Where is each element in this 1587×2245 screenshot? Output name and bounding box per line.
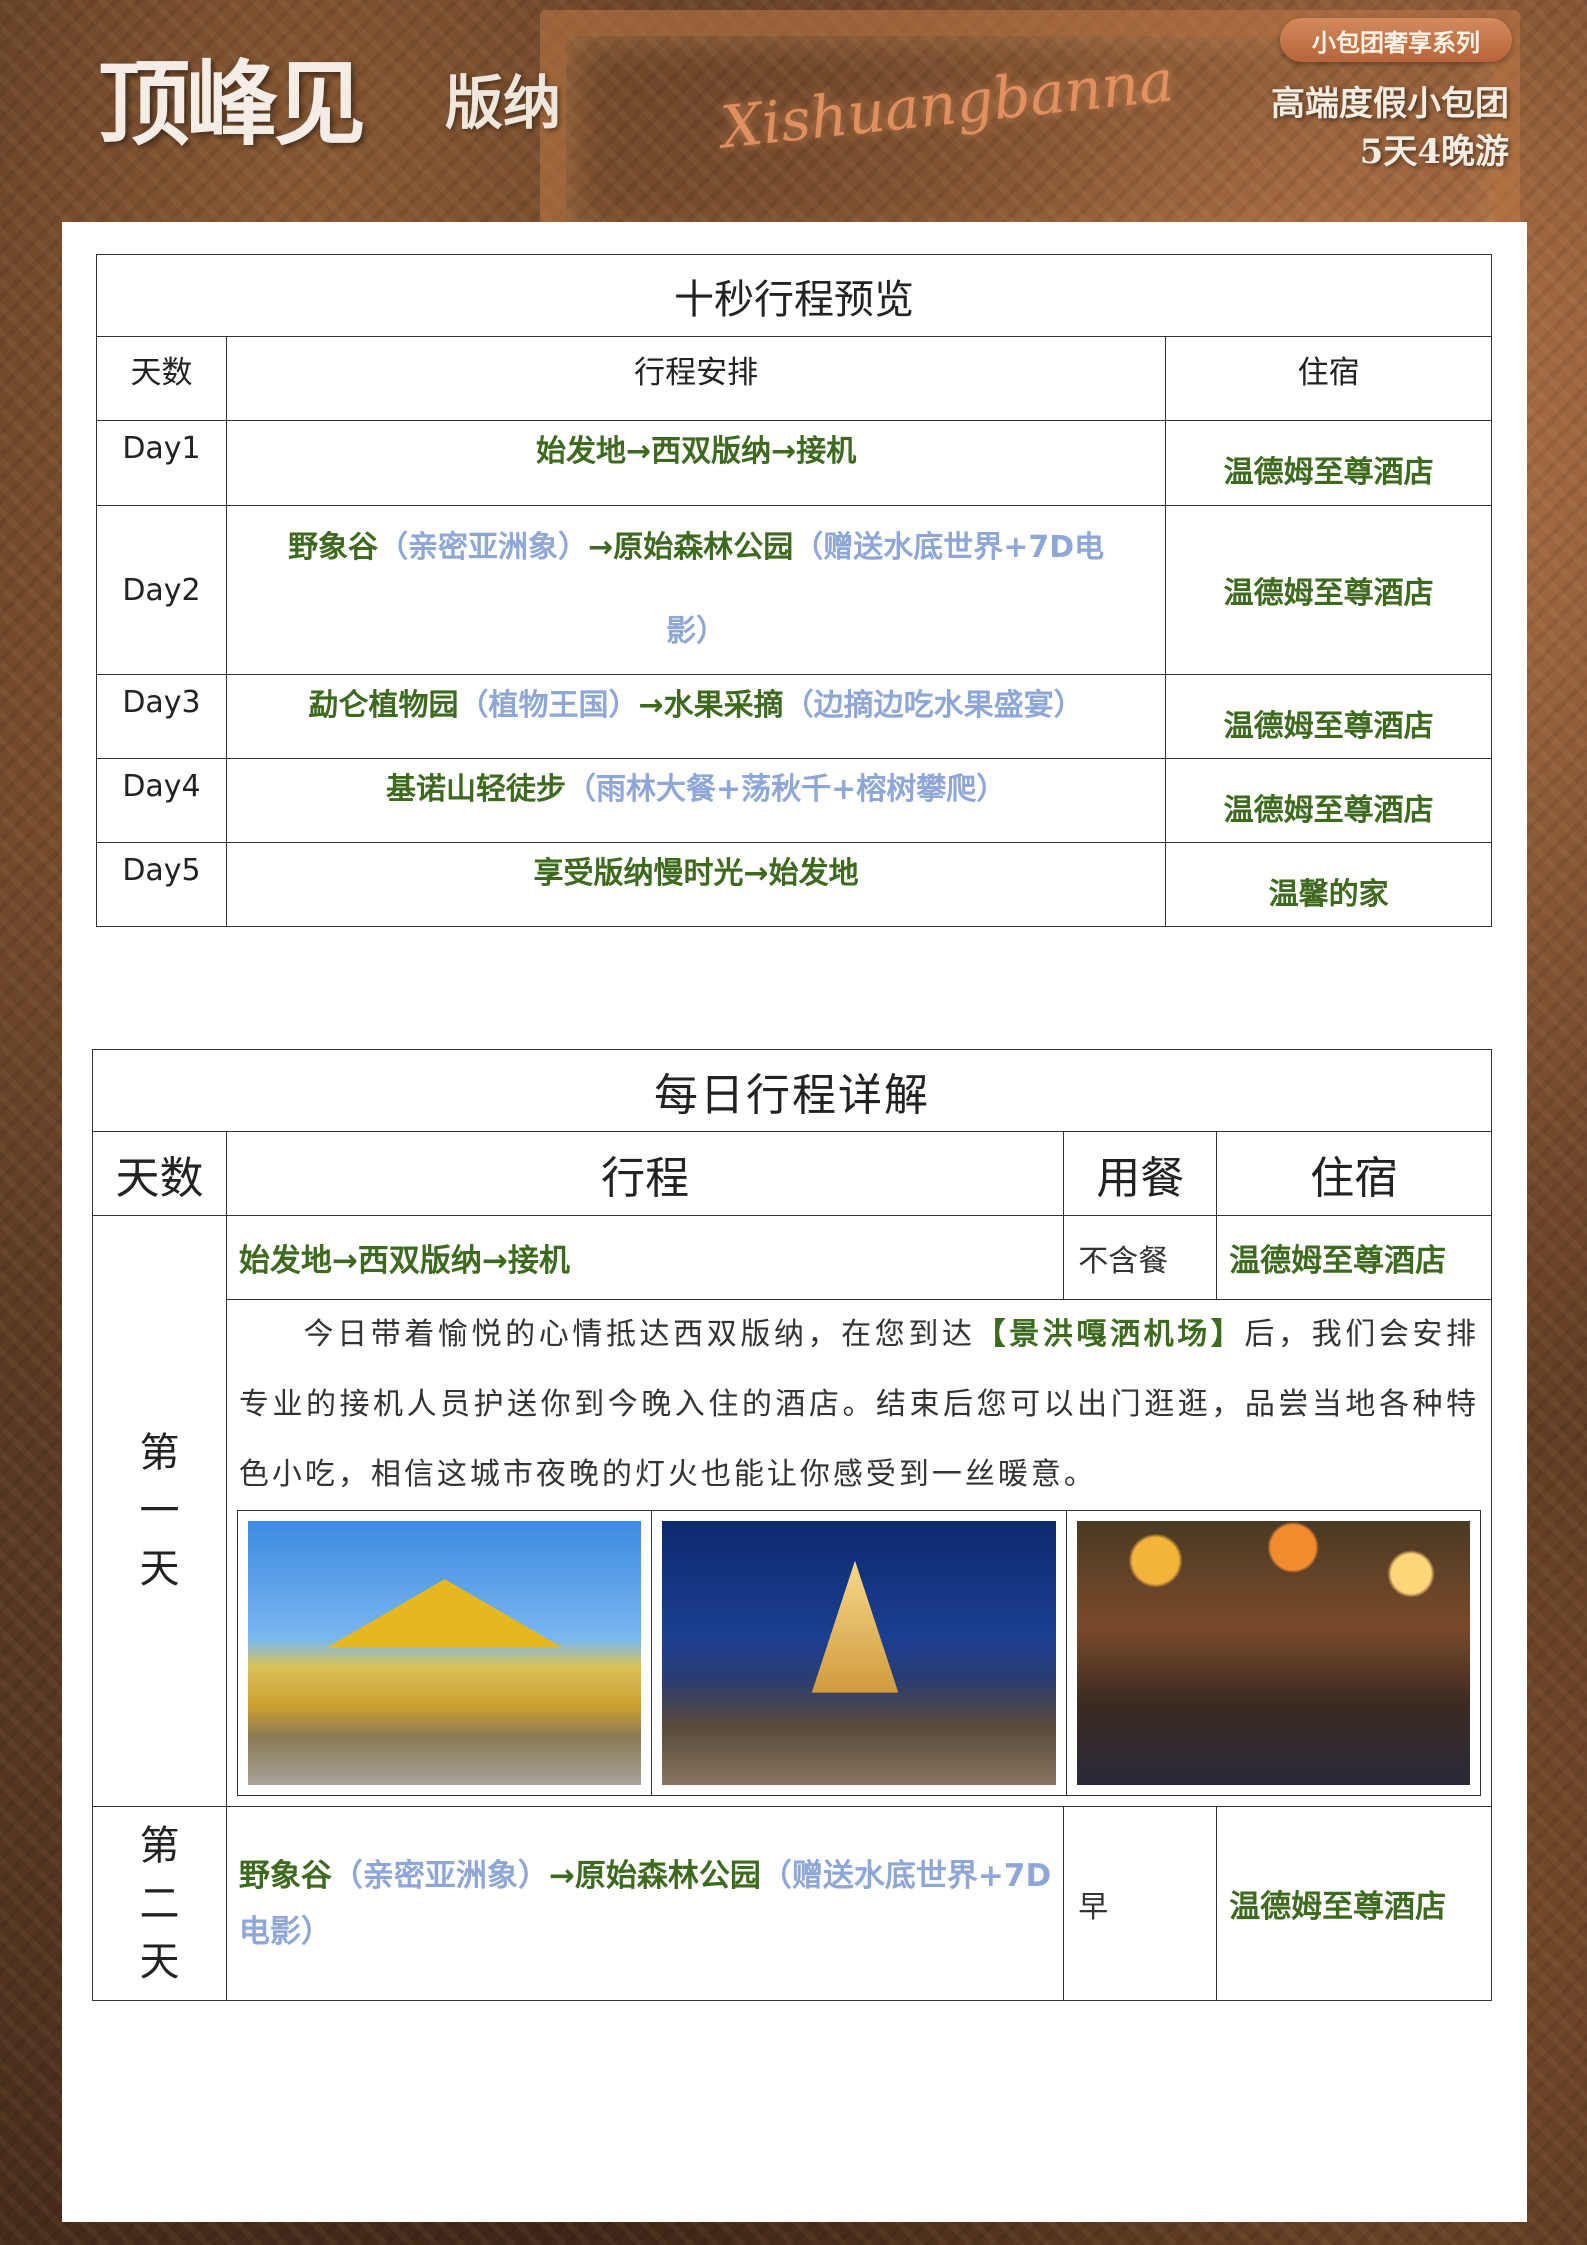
day-label: Day4 (96, 758, 227, 843)
overview-table: 十秒行程预览 天数 行程安排 住宿 Day1 始发地→西双版纳→接机 温德姆至尊… (96, 254, 1492, 927)
header-plan: 行程安排 (225, 336, 1167, 421)
day1-route: 始发地→西双版纳→接机 (225, 1215, 1065, 1300)
hotel-cell: 温德姆至尊酒店 (1165, 674, 1492, 759)
day1-hotel: 温德姆至尊酒店 (1216, 1215, 1492, 1300)
day1-label-text: 第一天 (139, 1430, 180, 1592)
plan-cell: 野象谷（亲密亚洲象）→原始森林公园（赠送水底世界+7D电影） (225, 505, 1167, 675)
day-label: Day3 (96, 674, 227, 759)
plan-main: →原始森林公园 (588, 530, 794, 565)
day2-label-text: 第二天 (139, 1822, 180, 1985)
day-label: Day5 (96, 842, 227, 927)
plan-main: 始发地→西双版纳→接机 (535, 434, 857, 469)
detail-title: 每日行程详解 (92, 1049, 1492, 1132)
desc-before: 今日带着愉悦的心情抵达西双版纳，在您到达 (302, 1317, 976, 1352)
temple-spire (811, 1560, 899, 1693)
plan-extra: （雨林大餐+荡秋千+榕树攀爬） (565, 772, 1007, 807)
plan-cell: 享受版纳慢时光→始发地 (225, 842, 1167, 927)
day2-label: 第二天 (92, 1806, 227, 2001)
plan-main: 勐仑植物园 (308, 688, 459, 723)
day1-photo-strip (236, 1510, 1481, 1796)
plan-extra: （植物王国） (458, 688, 639, 723)
plan-extra: （边摘边吃水果盛宴） (783, 688, 1084, 723)
header-meal: 用餐 (1063, 1131, 1218, 1216)
route-main: 野象谷 (238, 1857, 332, 1894)
route-main: →原始森林公园 (548, 1857, 761, 1894)
series-badge: 小包团奢享系列 (1280, 18, 1512, 62)
desc-highlight: 【景洪嘎洒机场】 (975, 1317, 1245, 1352)
night-market-photo (1076, 1521, 1470, 1785)
day1-meal: 不含餐 (1063, 1215, 1218, 1300)
tagline-line2: 5天4晚游 (1359, 132, 1509, 172)
day2-route: 野象谷（亲密亚洲象）→原始森林公园（赠送水底世界+7D电影） (225, 1806, 1065, 2001)
hotel-cell: 温馨的家 (1165, 842, 1492, 927)
plan-cell: 始发地→西双版纳→接机 (225, 420, 1167, 506)
header-route: 行程 (225, 1131, 1065, 1216)
banner-title: 顶峰见 (98, 50, 366, 158)
plan-extra: （亲密亚洲象） (378, 530, 589, 565)
tagline-line1: 高端度假小包团 (1271, 84, 1509, 124)
day-label: Day1 (96, 420, 227, 506)
hotel-cell: 温德姆至尊酒店 (1165, 505, 1492, 675)
header-day: 天数 (96, 336, 227, 421)
plan-main: →水果采摘 (638, 688, 784, 723)
banner-tagline: 高端度假小包团 5天4晚游 (1271, 80, 1509, 176)
day1-detail-cell: 今日带着愉悦的心情抵达西双版纳，在您到达【景洪嘎洒机场】后，我们会安排专业的接机… (225, 1299, 1493, 1807)
hotel-cell: 温德姆至尊酒店 (1165, 420, 1492, 506)
temple-night-market-photo (662, 1521, 1056, 1785)
plan-main: 基诺山轻徒步 (385, 772, 566, 807)
day2-hotel: 温德姆至尊酒店 (1216, 1806, 1492, 2001)
day2-meal: 早 (1063, 1806, 1218, 2001)
banner-subtitle: 版纳 (445, 69, 562, 137)
photo-cell (652, 1511, 1067, 1795)
header-hotel: 住宿 (1216, 1131, 1492, 1216)
day-label: Day2 (96, 505, 227, 675)
plan-main: 享受版纳慢时光→始发地 (533, 856, 859, 891)
photo-cell (238, 1511, 653, 1795)
photo-cell (1067, 1511, 1480, 1795)
plan-cell: 基诺山轻徒步（雨林大餐+荡秋千+榕树攀爬） (225, 758, 1167, 843)
plan-main: 野象谷 (288, 530, 379, 565)
airport-photo (247, 1521, 642, 1785)
plan-cell: 勐仑植物园（植物王国）→水果采摘（边摘边吃水果盛宴） (225, 674, 1167, 759)
day1-label: 第一天 (92, 1215, 227, 1807)
airport-roof (326, 1579, 563, 1648)
day1-description: 今日带着愉悦的心情抵达西双版纳，在您到达【景洪嘎洒机场】后，我们会安排专业的接机… (227, 1300, 1491, 1510)
header-day: 天数 (92, 1131, 227, 1216)
route-extra: （亲密亚洲象） (331, 1857, 549, 1894)
detail-table: 每日行程详解 天数 行程 用餐 住宿 第一天 始发地→西双版纳→接机 不含餐 温… (92, 1049, 1493, 2001)
header-hotel: 住宿 (1165, 336, 1492, 421)
hotel-cell: 温德姆至尊酒店 (1165, 758, 1492, 843)
overview-title: 十秒行程预览 (96, 254, 1492, 337)
